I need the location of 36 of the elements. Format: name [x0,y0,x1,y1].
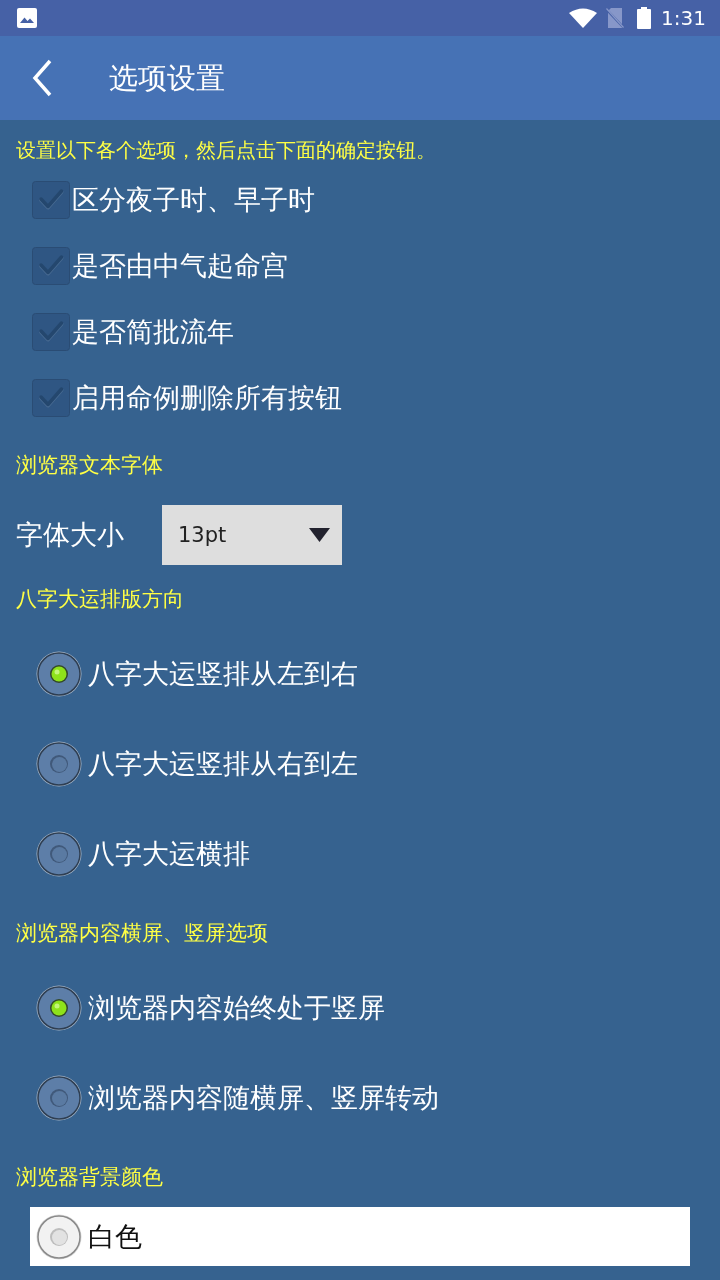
radio-button[interactable] [36,985,82,1031]
checkbox[interactable] [32,379,70,417]
wifi-icon [569,8,598,28]
checkbox-label: 是否由中气起命宫 [72,249,288,283]
radio-label: 八字大运竖排从左到右 [88,657,358,691]
radio-button[interactable] [36,1075,82,1121]
no-sim-icon [605,7,626,29]
checkbox-label: 是否简批流年 [72,315,234,349]
radio-button[interactable] [36,1213,82,1260]
radio-label: 白色 [88,1219,142,1254]
checkbox[interactable] [32,247,70,285]
section-heading: 浏览器内容横屏、竖屏选项 [15,920,269,947]
radio-button[interactable] [36,651,82,697]
back-icon [31,59,53,97]
color-option-row[interactable]: 白色 [30,1207,690,1266]
image-icon [17,8,37,28]
instruction-text: 设置以下各个选项，然后点击下面的确定按钮。 [15,138,437,164]
checkbox-label: 区分夜子时、早子时 [72,183,315,217]
section-heading: 八字大运排版方向 [15,586,185,613]
section-heading: 浏览器文本字体 [15,452,164,479]
radio-label: 八字大运竖排从右到左 [88,747,358,781]
status-time: 1:31 [661,6,706,30]
checkbox[interactable] [32,313,70,351]
radio-button[interactable] [36,741,82,787]
radio-label: 八字大运横排 [88,837,250,871]
radio-button[interactable] [36,831,82,877]
checkbox[interactable] [32,181,70,219]
font-size-dropdown[interactable]: 13pt [162,505,342,565]
radio-label: 浏览器内容随横屏、竖屏转动 [88,1081,439,1115]
caret-down-icon [309,528,330,542]
section-heading: 浏览器背景颜色 [15,1164,164,1191]
screen-title: 选项设置 [109,60,225,96]
field-label: 字体大小 [16,518,125,552]
battery-icon [637,7,652,29]
checkbox-label: 启用命例删除所有按钮 [72,381,342,415]
radio-label: 浏览器内容始终处于竖屏 [88,991,385,1025]
